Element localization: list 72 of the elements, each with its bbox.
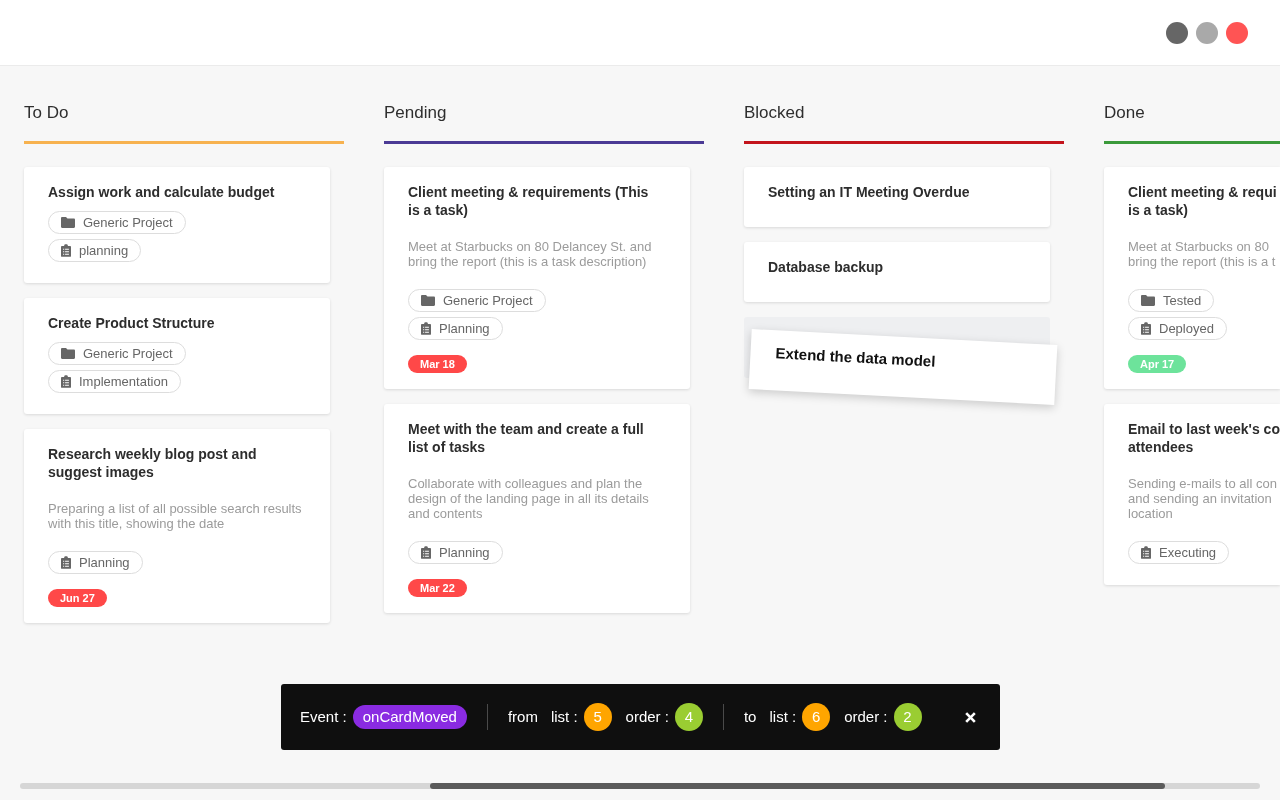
column-title: To Do xyxy=(24,102,70,124)
card-title: Database backup xyxy=(768,258,884,276)
tag-label: Deployed xyxy=(1159,321,1214,336)
close-icon xyxy=(964,711,976,723)
task-card[interactable]: Assign work and calculate budget Generic Project planning xyxy=(24,167,330,283)
folder-icon xyxy=(61,217,75,228)
number-badge: 6 xyxy=(802,703,831,731)
clipboard-icon xyxy=(1141,546,1151,559)
card-description: Meet at Starbucks on 80 Delancey St. and bring the report (this is a task description) xyxy=(408,239,653,269)
card-description: Sending e-mails to all con and sending an invitation location xyxy=(1128,476,1277,521)
clipboard-icon xyxy=(421,546,431,559)
card-title: Assign work and calculate budget xyxy=(48,183,275,201)
tag-label: Tested xyxy=(1163,293,1202,308)
card-title: Meet with the team and create a full list of tasks xyxy=(408,420,645,456)
tag-label: Implementation xyxy=(79,374,168,389)
tag-label: Generic Project xyxy=(83,215,173,230)
column-title: Done xyxy=(1104,102,1146,124)
direction-label: to xyxy=(743,706,757,727)
task-card[interactable]: Client meeting & requirements (This is a task) Meet at Starbucks on 80 Delancey St. and bring the report (this is a task description) Generic Project Planning Mar 18 xyxy=(384,167,690,389)
window-control-icon[interactable] xyxy=(1196,21,1218,44)
folder-icon xyxy=(1141,295,1155,306)
field-label: order : xyxy=(844,706,888,727)
task-card[interactable]: Meet with the team and create a full list of tasks Collaborate with colleagues and plan the design of the landing page in all its details and contents Planning Mar 22 xyxy=(384,404,690,613)
tag-label: Planning xyxy=(439,545,490,560)
card-description: Preparing a list of all possible search results with this title, showing the date xyxy=(48,501,303,531)
event-name-badge: onCardMoved xyxy=(352,705,467,729)
window-control-icon[interactable] xyxy=(1226,21,1248,44)
card-title: Extend the data model xyxy=(775,344,937,372)
column-title: Pending xyxy=(384,102,448,124)
folder-icon xyxy=(61,348,75,359)
tag-label: Executing xyxy=(1159,545,1217,560)
clipboard-icon xyxy=(61,375,71,388)
number-badge: 4 xyxy=(674,703,703,731)
clipboard-icon xyxy=(1141,322,1151,335)
tag-label: Planning xyxy=(439,321,490,336)
card-title: Setting an IT Meeting Overdue xyxy=(768,183,970,201)
task-card[interactable]: Setting an IT Meeting Overdue xyxy=(744,167,1050,227)
clipboard-icon xyxy=(61,556,71,569)
tag-label: Generic Project xyxy=(443,293,533,308)
clipboard-icon xyxy=(421,322,431,335)
dragged-card[interactable]: Extend the data model xyxy=(748,329,1058,405)
column-title: Blocked xyxy=(744,102,806,124)
card-description: Meet at Starbucks on 80 bring the report (this is a t xyxy=(1128,239,1276,269)
tag-label: Planning xyxy=(79,555,130,570)
tag-label: planning xyxy=(79,243,129,258)
card-description: Collaborate with colleagues and plan the design of the landing page in all its details and contents xyxy=(408,476,650,521)
task-card[interactable]: Research weekly blog post and suggest images Preparing a list of all possible search results with this title, showing the date Planning Jun 27 xyxy=(24,429,330,623)
number-badge: 2 xyxy=(893,703,922,731)
card-title: Email to last week's co attendees xyxy=(1128,420,1280,456)
window-control-icon[interactable] xyxy=(1166,21,1188,44)
tag-label: Generic Project xyxy=(83,346,173,361)
task-card[interactable]: Create Product Structure Generic Project Implementation xyxy=(24,298,330,414)
field-label: list : xyxy=(769,706,797,727)
task-card[interactable]: Database backup xyxy=(744,242,1050,302)
event-label: Event : xyxy=(300,706,347,727)
number-badge: 5 xyxy=(583,703,612,731)
field-label: order : xyxy=(625,706,669,727)
task-card[interactable]: Email to last week's co attendees Sending e-mails to all con and sending an invitation location Executing xyxy=(1104,404,1280,585)
field-label: list : xyxy=(550,706,578,727)
due-date-badge: Mar 18 xyxy=(408,355,467,373)
folder-icon xyxy=(421,295,435,306)
due-date-badge: Apr 17 xyxy=(1128,355,1187,373)
task-card[interactable]: Client meeting & requi is a task) Meet at Starbucks on 80 bring the report (this is a t Tested Deployed Apr 17 xyxy=(1104,167,1280,389)
card-title: Client meeting & requirements (This is a task) xyxy=(408,183,650,219)
due-date-badge: Jun 27 xyxy=(48,589,107,607)
due-date-badge: Mar 22 xyxy=(408,579,467,597)
scrollbar-thumb[interactable] xyxy=(430,783,1165,789)
card-title: Client meeting & requi is a task) xyxy=(1128,183,1277,219)
card-title: Research weekly blog post and suggest images xyxy=(48,445,258,481)
clipboard-icon xyxy=(61,244,71,257)
card-title: Create Product Structure xyxy=(48,314,215,332)
direction-label: from xyxy=(507,706,538,727)
